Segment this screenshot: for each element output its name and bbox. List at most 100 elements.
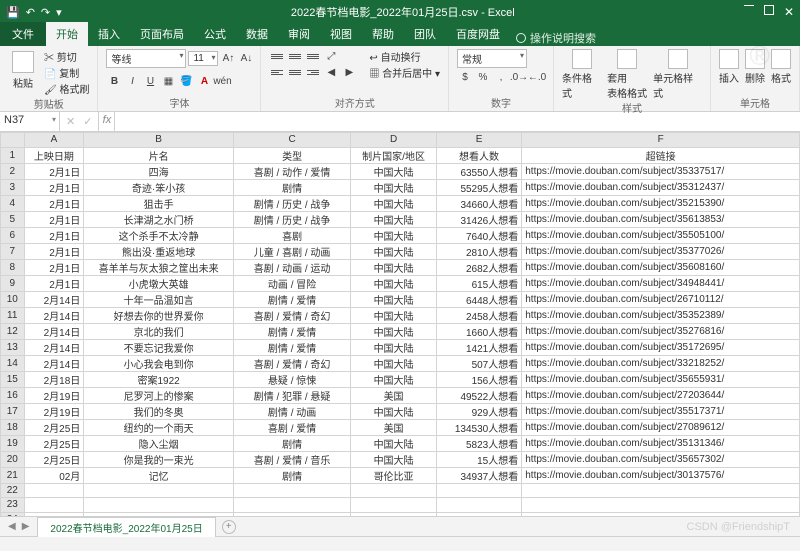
tab-insert[interactable]: 插入 [88, 22, 130, 46]
cell[interactable]: 2月25日 [24, 419, 84, 435]
cell[interactable]: 中国大陆 [351, 435, 436, 451]
cell[interactable] [233, 512, 351, 516]
row-header[interactable]: 7 [1, 243, 25, 259]
tab-team[interactable]: 团队 [404, 22, 446, 46]
cell[interactable]: 动画 / 冒险 [233, 275, 351, 291]
cond-format-button[interactable]: 条件格式 [562, 49, 601, 100]
row-header[interactable]: 1 [1, 147, 25, 163]
cell[interactable]: 2月1日 [24, 227, 84, 243]
cell[interactable] [351, 483, 436, 498]
cell[interactable]: 2458人想看 [436, 307, 521, 323]
italic-icon[interactable]: I [124, 74, 140, 88]
paste-button[interactable]: 粘贴 [8, 49, 38, 92]
cell[interactable] [351, 512, 436, 516]
cell[interactable]: 中国大陆 [351, 163, 436, 179]
cell[interactable]: https://movie.douban.com/subject/3565730… [522, 451, 800, 467]
cell[interactable]: 纽约的一个雨天 [84, 419, 234, 435]
cell[interactable]: 2月1日 [24, 179, 84, 195]
border-icon[interactable]: ▦ [160, 74, 176, 88]
cell[interactable]: 156人想看 [436, 371, 521, 387]
cell[interactable]: 喜剧 / 动画 / 运动 [233, 259, 351, 275]
cell[interactable]: https://movie.douban.com/subject/3013757… [522, 467, 800, 483]
cell[interactable]: 美国 [351, 419, 436, 435]
cell[interactable]: 喜剧 / 爱情 / 音乐 [233, 451, 351, 467]
cell[interactable]: 剧情 / 历史 / 战争 [233, 211, 351, 227]
cell[interactable]: 熊出没·重返地球 [84, 243, 234, 259]
currency-icon[interactable]: $ [457, 70, 473, 84]
col-header-F[interactable]: F [522, 133, 800, 148]
row-header[interactable]: 10 [1, 291, 25, 307]
cell[interactable] [522, 483, 800, 498]
col-header-C[interactable]: C [233, 133, 351, 148]
name-box[interactable]: N37 [0, 112, 60, 131]
cell[interactable]: 2月1日 [24, 163, 84, 179]
cell[interactable]: 悬疑 / 惊悚 [233, 371, 351, 387]
cell[interactable]: 49522人想看 [436, 387, 521, 403]
cell[interactable]: 2月1日 [24, 243, 84, 259]
tab-review[interactable]: 审阅 [278, 22, 320, 46]
cell[interactable]: https://movie.douban.com/subject/3321825… [522, 355, 800, 371]
cell[interactable]: https://movie.douban.com/subject/3513134… [522, 435, 800, 451]
cell[interactable]: 34660人想看 [436, 195, 521, 211]
font-name-select[interactable]: 等线 [106, 49, 186, 68]
undo-icon[interactable]: ↶ [26, 6, 35, 19]
number-format-select[interactable]: 常规 [457, 49, 527, 68]
cell[interactable]: 1421人想看 [436, 339, 521, 355]
tab-layout[interactable]: 页面布局 [130, 22, 194, 46]
cell[interactable] [24, 483, 84, 498]
cell[interactable] [522, 512, 800, 516]
select-all-corner[interactable] [1, 133, 25, 148]
inc-decimal-icon[interactable]: .0→ [511, 70, 527, 84]
orientation-icon[interactable]: ⤢ [323, 49, 339, 63]
cell[interactable]: 2月1日 [24, 259, 84, 275]
cell[interactable]: 中国大陆 [351, 371, 436, 387]
tab-view[interactable]: 视图 [320, 22, 362, 46]
cell[interactable]: 中国大陆 [351, 291, 436, 307]
font-color-icon[interactable]: A [196, 74, 212, 88]
cell[interactable]: 2月14日 [24, 307, 84, 323]
cancel-formula-icon[interactable]: ✕ [66, 115, 75, 128]
cell[interactable]: 剧情 / 动画 [233, 403, 351, 419]
cell[interactable]: 你是我的一束光 [84, 451, 234, 467]
format-cells-button[interactable]: 格式 [771, 49, 791, 85]
cell[interactable] [84, 483, 234, 498]
cell[interactable]: 我们的冬奥 [84, 403, 234, 419]
align-bottom-icon[interactable] [305, 49, 321, 63]
cell[interactable]: 55295人想看 [436, 179, 521, 195]
col-header-D[interactable]: D [351, 133, 436, 148]
cell[interactable]: 中国大陆 [351, 323, 436, 339]
row-header[interactable]: 16 [1, 387, 25, 403]
dec-decimal-icon[interactable]: ←.0 [529, 70, 545, 84]
cell[interactable] [436, 512, 521, 516]
cell[interactable]: 剧情 / 历史 / 战争 [233, 195, 351, 211]
cell[interactable]: https://movie.douban.com/subject/3550510… [522, 227, 800, 243]
cell[interactable] [24, 512, 84, 516]
cell[interactable]: 美国 [351, 387, 436, 403]
cell[interactable]: 2月1日 [24, 275, 84, 291]
cell[interactable]: 507人想看 [436, 355, 521, 371]
row-header[interactable]: 8 [1, 259, 25, 275]
cell[interactable]: 剧情 [233, 179, 351, 195]
percent-icon[interactable]: % [475, 70, 491, 84]
row-header[interactable]: 3 [1, 179, 25, 195]
cell[interactable]: 中国大陆 [351, 211, 436, 227]
cell[interactable]: 长津湖之水门桥 [84, 211, 234, 227]
row-header[interactable]: 13 [1, 339, 25, 355]
cell[interactable]: 哥伦比亚 [351, 467, 436, 483]
cell[interactable]: 134530人想看 [436, 419, 521, 435]
row-header[interactable]: 4 [1, 195, 25, 211]
tab-file[interactable]: 文件 [0, 22, 46, 46]
cell[interactable]: 615人想看 [436, 275, 521, 291]
align-top-icon[interactable] [269, 49, 285, 63]
cell[interactable]: 小心我会电到你 [84, 355, 234, 371]
comma-icon[interactable]: , [493, 70, 509, 84]
cell[interactable]: https://movie.douban.com/subject/3561385… [522, 211, 800, 227]
sheet-tab[interactable]: 2022春节档电影_2022年01月25日 [37, 517, 215, 537]
tab-formula[interactable]: 公式 [194, 22, 236, 46]
row-header[interactable]: 11 [1, 307, 25, 323]
cell[interactable]: 2月1日 [24, 211, 84, 227]
cell[interactable]: 2月14日 [24, 339, 84, 355]
row-header[interactable]: 17 [1, 403, 25, 419]
cell[interactable]: 儿童 / 喜剧 / 动画 [233, 243, 351, 259]
cell[interactable]: 中国大陆 [351, 259, 436, 275]
